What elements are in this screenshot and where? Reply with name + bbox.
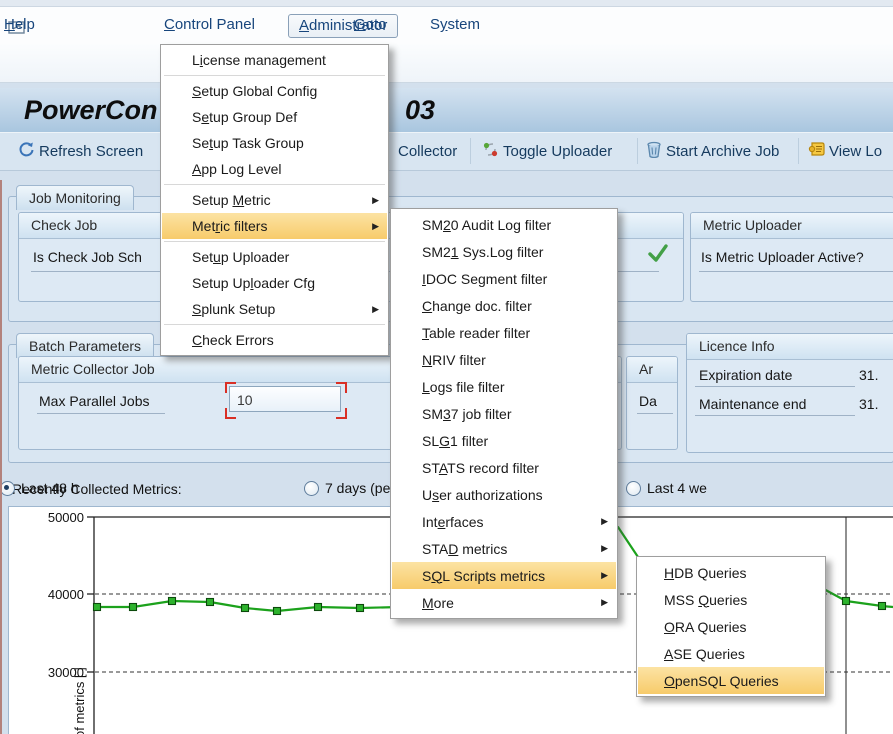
y-tick-label: 40000 [48,587,84,602]
menu-separator [164,184,385,185]
sap-gui-window: Control PanelAdministratorGotoSystemHelp [0,0,893,734]
menu-item-stats-record-filter[interactable]: STATS record filter [392,454,616,481]
menu-item-setup-metric[interactable]: Setup Metric▶ [162,187,387,213]
menu-item-mss-queries[interactable]: MSS Queries [638,586,824,613]
menu-item-user-authorizations[interactable]: User authorizations [392,481,616,508]
menu-item-metric-filters[interactable]: Metric filters▶ [162,213,387,239]
menu-item-sm37-job-filter[interactable]: SM37 job filter [392,400,616,427]
menu-item-ora-queries[interactable]: ORA Queries [638,613,824,640]
menu-item-interfaces[interactable]: Interfaces▶ [392,508,616,535]
menu-item-opensql-queries[interactable]: OpenSQL Queries [638,667,824,694]
menu-item-slg1-filter[interactable]: SLG1 filter [392,427,616,454]
submenu-arrow-icon: ▶ [601,597,608,608]
metric-filters-submenu: SM20 Audit Log filterSM21 Sys.Log filter… [390,208,618,619]
menu-item-license-management[interactable]: License management [162,47,387,73]
window-left-edge [0,180,2,734]
menu-item-stad-metrics[interactable]: STAD metrics▶ [392,535,616,562]
menu-item-more[interactable]: More▶ [392,589,616,616]
menu-separator [164,241,385,242]
submenu-arrow-icon: ▶ [372,195,379,206]
menu-item-sm21-sys-log-filter[interactable]: SM21 Sys.Log filter [392,238,616,265]
submenu-arrow-icon: ▶ [601,543,608,554]
administrator-menu: License managementSetup Global ConfigSet… [160,44,389,356]
menu-item-setup-uploader[interactable]: Setup Uploader [162,244,387,270]
menu-item-idoc-segment-filter[interactable]: IDOC Segment filter [392,265,616,292]
menu-separator [164,75,385,76]
y-tick-label: 50000 [48,510,84,525]
menu-item-logs-file-filter[interactable]: Logs file filter [392,373,616,400]
submenu-arrow-icon: ▶ [372,304,379,315]
menu-separator [164,324,385,325]
menu-item-check-errors[interactable]: Check Errors [162,327,387,353]
menu-item-sm20-audit-log-filter[interactable]: SM20 Audit Log filter [392,211,616,238]
submenu-arrow-icon: ▶ [372,221,379,232]
menu-item-setup-global-config[interactable]: Setup Global Config [162,78,387,104]
menu-item-nriv-filter[interactable]: NRIV filter [392,346,616,373]
submenu-arrow-icon: ▶ [601,570,608,581]
menu-item-ase-queries[interactable]: ASE Queries [638,640,824,667]
menu-item-setup-uploader-cfg[interactable]: Setup Uploader Cfg [162,270,387,296]
menu-item-table-reader-filter[interactable]: Table reader filter [392,319,616,346]
menu-item-splunk-setup[interactable]: Splunk Setup▶ [162,296,387,322]
submenu-arrow-icon: ▶ [601,516,608,527]
menu-item-app-log-level[interactable]: App Log Level [162,156,387,182]
menu-item-sql-scripts-metrics[interactable]: SQL Scripts metrics▶ [392,562,616,589]
y-axis-label: of metrics [ ] [72,667,87,734]
menu-item-hdb-queries[interactable]: HDB Queries [638,559,824,586]
menu-item-setup-task-group[interactable]: Setup Task Group [162,130,387,156]
menu-item-change-doc-filter[interactable]: Change doc. filter [392,292,616,319]
menu-item-setup-group-def[interactable]: Setup Group Def [162,104,387,130]
sql-scripts-metrics-submenu: HDB QueriesMSS QueriesORA QueriesASE Que… [636,556,826,697]
